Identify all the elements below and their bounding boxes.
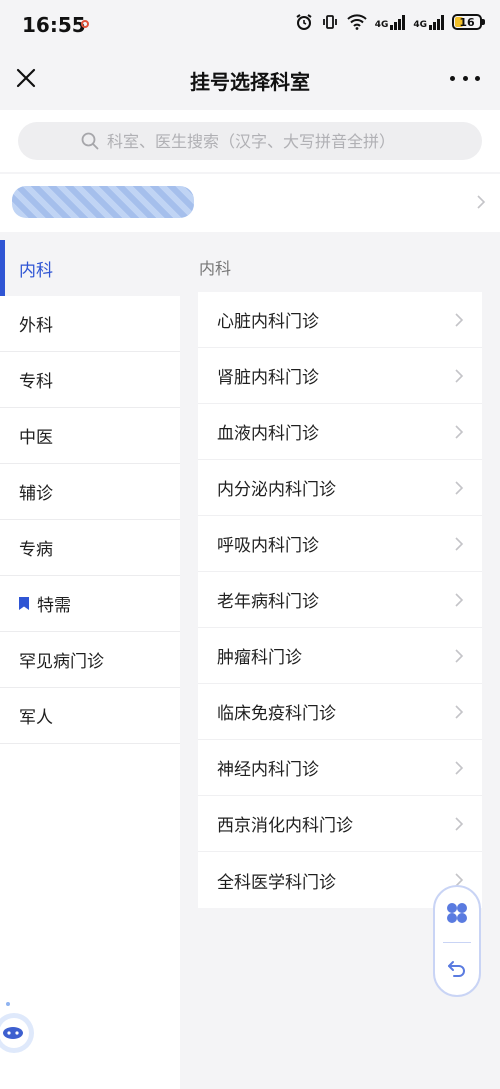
- sidebar-item-label: 军人: [19, 708, 53, 728]
- section-title: 内科: [199, 259, 232, 278]
- department-label: 肿瘤科门诊: [217, 648, 302, 668]
- department-item[interactable]: 临床免疫科门诊: [198, 684, 482, 740]
- department-list: 心脏内科门诊 肾脏内科门诊 血液内科门诊 内分泌内科门诊 呼吸内科门诊 老年病科…: [198, 292, 482, 908]
- network-type-2: 4G: [413, 20, 427, 30]
- sidebar-item-internal[interactable]: 内科: [0, 240, 180, 296]
- department-item[interactable]: 血液内科门诊: [198, 404, 482, 460]
- department-item[interactable]: 呼吸内科门诊: [198, 516, 482, 572]
- sidebar-item-specialty[interactable]: 专科: [0, 352, 180, 408]
- department-label: 内分泌内科门诊: [217, 480, 336, 500]
- sidebar-item-surgery[interactable]: 外科: [0, 296, 180, 352]
- department-label: 肾脏内科门诊: [217, 368, 319, 388]
- chevron-right-icon: [455, 760, 464, 775]
- signal-2: 4G: [413, 14, 444, 30]
- battery-icon: 16: [452, 14, 485, 30]
- chevron-right-icon: [477, 195, 486, 209]
- sidebar-item-special-disease[interactable]: 专病: [0, 520, 180, 576]
- page-title: 挂号选择科室: [190, 70, 310, 94]
- department-item[interactable]: 心脏内科门诊: [198, 292, 482, 348]
- more-dots-icon[interactable]: [450, 68, 480, 88]
- redacted-hospital-name: [12, 186, 194, 218]
- department-label: 呼吸内科门诊: [217, 536, 319, 556]
- sidebar-item-label: 外科: [19, 316, 53, 336]
- department-label: 全科医学科门诊: [217, 872, 336, 893]
- department-label: 心脏内科门诊: [217, 312, 319, 332]
- floating-toolbar: [433, 885, 481, 997]
- wifi-icon: [346, 14, 367, 30]
- department-item[interactable]: 肿瘤科门诊: [198, 628, 482, 684]
- department-label: 西京消化内科门诊: [217, 816, 353, 836]
- sidebar-item-label: 专科: [19, 372, 53, 392]
- department-item[interactable]: 西京消化内科门诊: [198, 796, 482, 852]
- search-icon: [81, 132, 99, 150]
- chevron-right-icon: [455, 312, 464, 327]
- department-label: 临床免疫科门诊: [217, 704, 336, 724]
- status-bar: 16:55 4G 4G 16: [0, 0, 500, 50]
- category-sidebar: 内科 外科 专科 中医 辅诊 专病 特需 罕见病门诊 军人: [0, 240, 180, 1089]
- chevron-right-icon: [455, 424, 464, 439]
- chevron-right-icon: [455, 536, 464, 551]
- sidebar-item-rare-disease[interactable]: 罕见病门诊: [0, 632, 180, 688]
- alarm-icon: [296, 14, 312, 30]
- sidebar-item-vip[interactable]: 特需: [0, 576, 180, 632]
- floating-divider: [443, 942, 471, 943]
- department-label: 血液内科门诊: [217, 424, 319, 444]
- search-bar[interactable]: [18, 122, 482, 160]
- signal-1: 4G: [375, 14, 406, 30]
- sidebar-item-label: 辅诊: [19, 484, 53, 504]
- department-item[interactable]: 内分泌内科门诊: [198, 460, 482, 516]
- hospital-selector[interactable]: [0, 174, 500, 232]
- assistant-avatar-icon[interactable]: [0, 1000, 40, 1060]
- sidebar-item-label: 内科: [19, 260, 53, 281]
- sidebar-item-label: 专病: [19, 540, 53, 560]
- sidebar-item-label: 罕见病门诊: [19, 652, 104, 672]
- chevron-right-icon: [455, 704, 464, 719]
- network-type-1: 4G: [374, 20, 389, 30]
- app-header: 挂号选择科室: [0, 50, 500, 108]
- bookmark-icon: [19, 597, 29, 610]
- grid-icon[interactable]: [446, 901, 468, 925]
- notification-icon: [81, 20, 89, 28]
- sidebar-item-tcm[interactable]: 中医: [0, 408, 180, 464]
- chevron-right-icon: [455, 816, 464, 831]
- chevron-right-icon: [455, 368, 464, 383]
- search-section: [0, 110, 500, 172]
- sidebar-item-label: 特需: [37, 596, 71, 616]
- department-item[interactable]: 神经内科门诊: [198, 740, 482, 796]
- vibrate-icon: [322, 15, 337, 29]
- department-label: 老年病科门诊: [217, 592, 319, 612]
- chevron-right-icon: [455, 592, 464, 607]
- back-arrow-icon[interactable]: [446, 957, 468, 979]
- sidebar-item-auxiliary[interactable]: 辅诊: [0, 464, 180, 520]
- status-time: 16:55: [22, 13, 86, 37]
- search-input[interactable]: [105, 130, 419, 152]
- department-item[interactable]: 肾脏内科门诊: [198, 348, 482, 404]
- department-label: 神经内科门诊: [217, 760, 319, 780]
- status-icons: 4G 4G 16: [295, 13, 485, 31]
- department-item[interactable]: 老年病科门诊: [198, 572, 482, 628]
- battery-level: 16: [459, 15, 475, 29]
- chevron-right-icon: [455, 648, 464, 663]
- chevron-right-icon: [455, 480, 464, 495]
- sidebar-item-label: 中医: [19, 428, 53, 448]
- sidebar-item-military[interactable]: 军人: [0, 688, 180, 744]
